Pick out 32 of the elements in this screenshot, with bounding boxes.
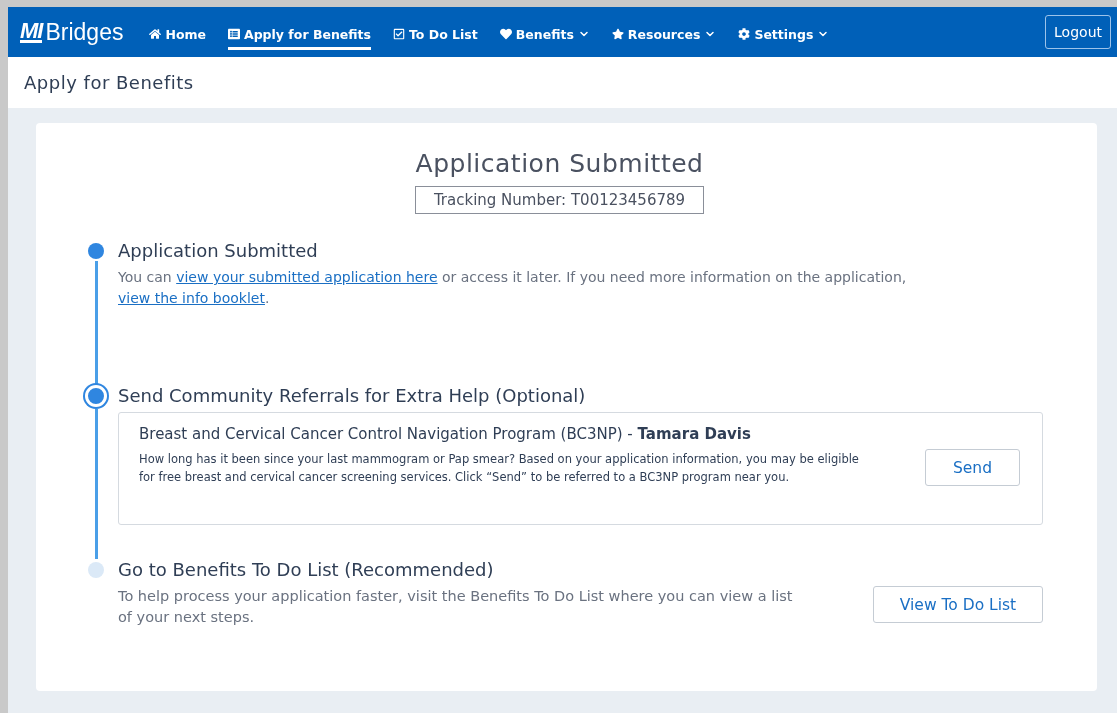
step-marker [88, 243, 104, 259]
nav-link[interactable]: Apply for Benefits [228, 20, 371, 50]
settings-icon [738, 28, 751, 40]
step-title: Send Community Referrals for Extra Help (Optional) [118, 385, 587, 406]
referral-description: How long has it been since your last mammogram or Pap smear? Based on your application information, you may be eligible for free breast and cervical cancer screening services. Click “Send” to be referred to a BC3NP program near you. [139, 450, 860, 486]
checkbox-icon [392, 28, 405, 40]
star-icon [611, 28, 624, 40]
nav-link[interactable]: Resources [611, 20, 717, 50]
card-title: Application Submitted [415, 149, 704, 178]
text-link[interactable]: view your submitted application here [176, 269, 438, 285]
nav-link[interactable]: Settings [738, 20, 830, 50]
step-title: Application Submitted [118, 240, 319, 261]
home-icon [149, 28, 162, 40]
step-title: Go to Benefits To Do List (Recommended) [118, 559, 495, 580]
nav-link[interactable]: Home [149, 20, 206, 50]
logo-name: Bridges [45, 18, 124, 46]
view-to-do-list-button[interactable]: View To Do List [873, 586, 1043, 623]
logo-mark: MI [20, 21, 43, 43]
step-marker [85, 385, 107, 407]
page-title: Apply for Benefits [24, 72, 194, 93]
step-description: You can view your submitted application here or access it later. If you need more information on the application, view the info booklet. [118, 268, 908, 308]
step-marker [88, 562, 104, 578]
referral-title: Breast and Cervical Cancer Control Navigation Program (BC3NP) - Tamara Davis [139, 425, 752, 443]
logout-button[interactable]: Logout [1045, 15, 1111, 49]
send-button[interactable]: Send [925, 449, 1020, 486]
step-description: To help process your application faster, visit the Benefits To Do List where you can view a list of your next steps. [118, 587, 794, 627]
tracking-number: Tracking Number: T00123456789 [414, 186, 705, 214]
nav-link[interactable]: To Do List [392, 20, 478, 50]
document-icon [228, 28, 240, 40]
heart-icon [499, 28, 512, 40]
text-link[interactable]: view the info booklet [118, 290, 265, 306]
nav-link[interactable]: Benefits [499, 20, 590, 50]
